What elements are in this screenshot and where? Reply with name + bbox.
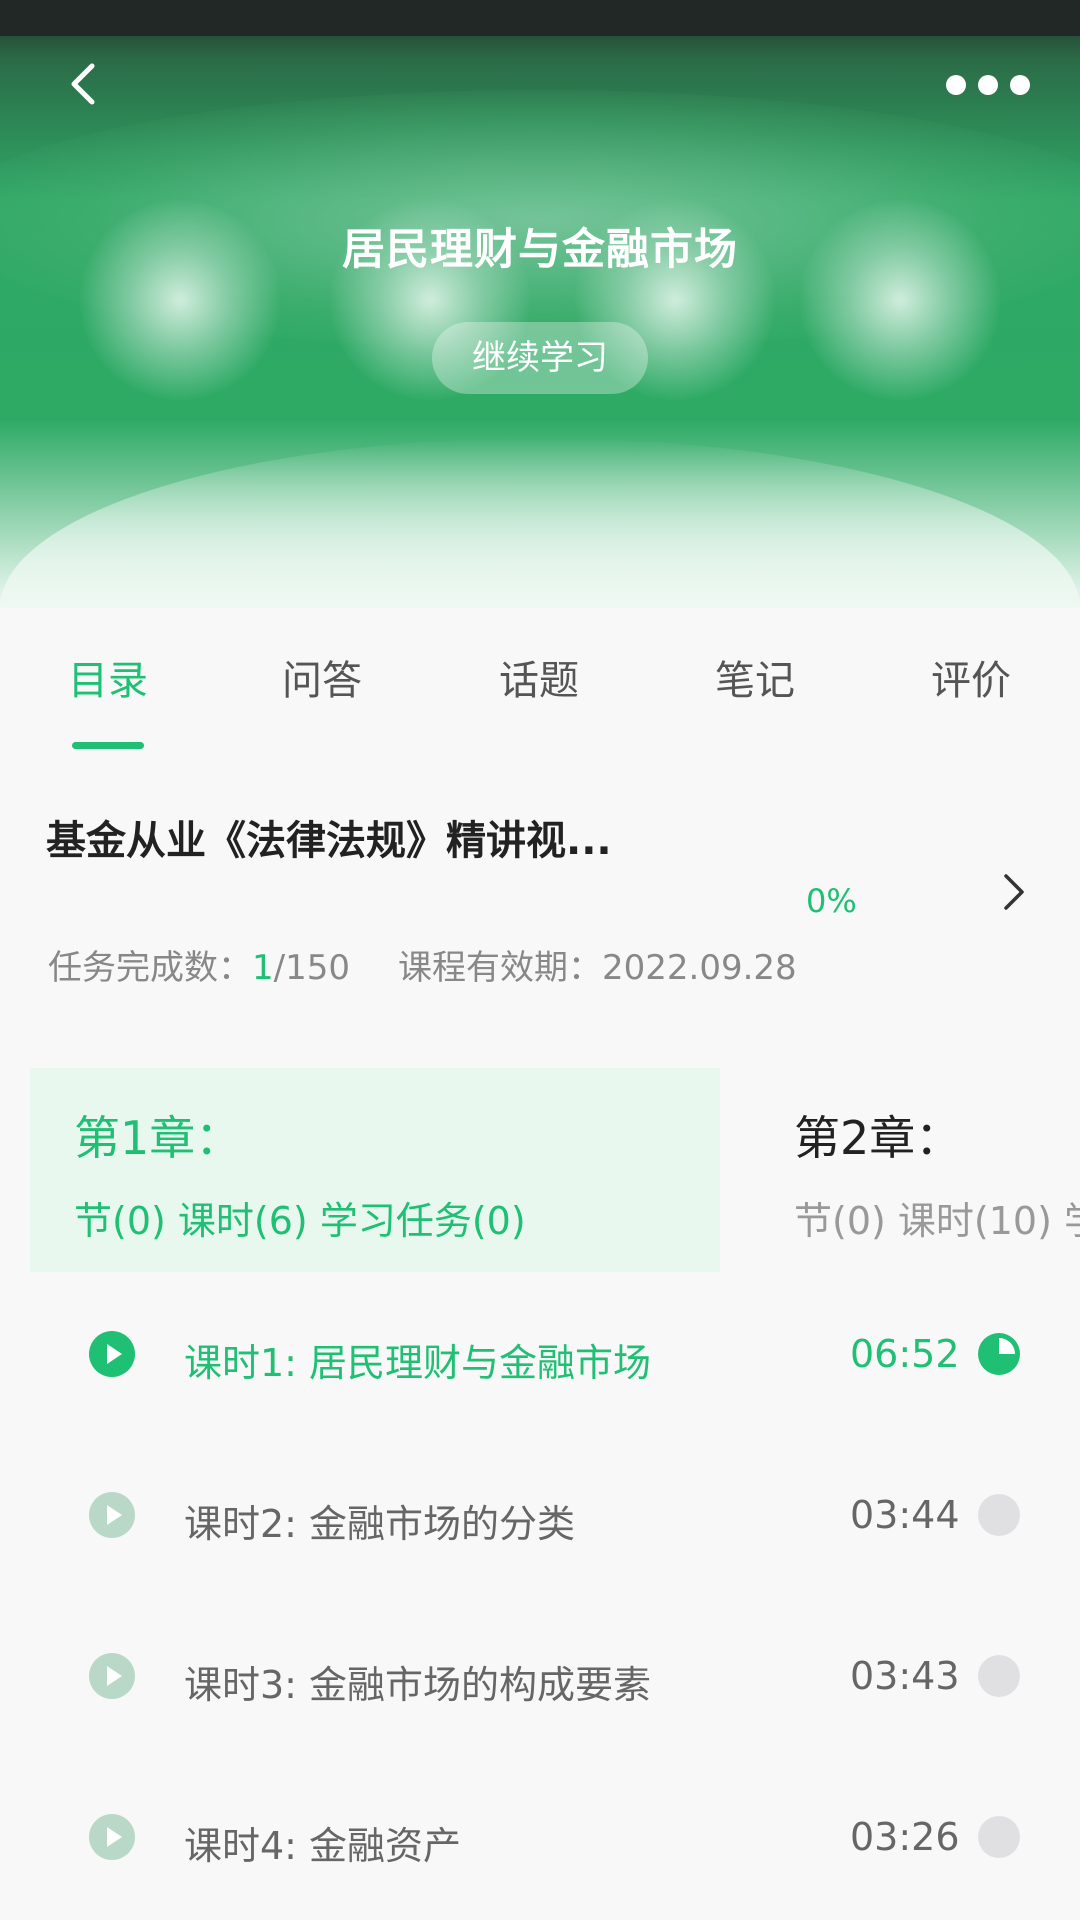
lesson-title: 课时2: 金融市场的分类 bbox=[184, 1502, 576, 1546]
lesson-duration: 03:26 bbox=[850, 1815, 960, 1859]
course-banner: 居民理财与金融市场 继续学习 bbox=[0, 0, 1080, 608]
chevron-left-icon bbox=[71, 63, 95, 105]
continue-learning-button[interactable]: 继续学习 bbox=[432, 322, 648, 394]
tab-qa[interactable]: 问答 bbox=[282, 648, 362, 706]
validity-label: 课程有效期： bbox=[398, 948, 602, 988]
tab-notes[interactable]: 笔记 bbox=[715, 648, 795, 706]
status-empty-icon bbox=[978, 1494, 1020, 1536]
status-empty-icon bbox=[978, 1816, 1020, 1858]
play-circle-icon bbox=[89, 1814, 135, 1860]
more-dot bbox=[1010, 75, 1030, 95]
lesson-item[interactable]: 课时3: 金融市场的构成要素 03:43 bbox=[0, 1622, 1080, 1732]
lesson-item[interactable]: 课时1: 居民理财与金融市场 06:52 bbox=[0, 1300, 1080, 1410]
chapter-scroller[interactable]: 第1章： 节(0) 课时(6) 学习任务(0) 第2章： 节(0) 课时(10)… bbox=[0, 1068, 1080, 1272]
status-empty-icon bbox=[978, 1655, 1020, 1697]
course-name[interactable]: 基金从业《法律法规》精讲视... bbox=[46, 808, 612, 866]
lesson-title: 课时1: 居民理财与金融市场 bbox=[184, 1341, 652, 1385]
course-detail-arrow[interactable] bbox=[998, 870, 1030, 914]
chapter-card-1[interactable]: 第1章： 节(0) 课时(6) 学习任务(0) bbox=[30, 1068, 720, 1272]
lesson-title: 课时4: 金融资产 bbox=[184, 1824, 462, 1868]
tab-bar: 目录 问答 话题 笔记 评价 bbox=[0, 640, 1080, 750]
more-dot bbox=[946, 75, 966, 95]
lesson-duration: 06:52 bbox=[850, 1332, 960, 1376]
play-circle-icon bbox=[89, 1492, 135, 1538]
more-dot bbox=[978, 75, 998, 95]
tasks-label: 任务完成数： bbox=[48, 948, 252, 988]
status-bar bbox=[0, 0, 1080, 36]
lesson-duration: 03:43 bbox=[850, 1654, 960, 1698]
tasks-done: 1 bbox=[252, 948, 274, 988]
chapter-title: 第1章： bbox=[74, 1111, 242, 1165]
lesson-item[interactable]: 课时2: 金融市场的分类 03:44 bbox=[0, 1461, 1080, 1571]
tasks-total: /150 bbox=[273, 948, 350, 988]
chapter-card-2[interactable]: 第2章： 节(0) 课时(10) 学 bbox=[750, 1068, 1080, 1272]
chapter-meta: 节(0) 课时(6) 学习任务(0) bbox=[74, 1199, 526, 1243]
lesson-title: 课时3: 金融市场的构成要素 bbox=[184, 1663, 652, 1707]
progress-pie-icon bbox=[978, 1333, 1020, 1375]
chevron-right-icon bbox=[1004, 874, 1024, 910]
back-button[interactable] bbox=[62, 60, 110, 108]
chapter-title: 第2章： bbox=[794, 1111, 962, 1165]
course-detail-page: 居民理财与金融市场 继续学习 目录 问答 话题 笔记 评价 基金从业《法律法规》… bbox=[0, 0, 1080, 1920]
play-circle-icon bbox=[89, 1331, 135, 1377]
tab-reviews[interactable]: 评价 bbox=[931, 648, 1011, 706]
more-button[interactable] bbox=[946, 70, 1030, 100]
course-title: 居民理财与金融市场 bbox=[342, 225, 738, 275]
chapter-meta: 节(0) 课时(10) 学 bbox=[794, 1199, 1080, 1243]
tab-active-indicator bbox=[72, 742, 144, 749]
play-circle-icon bbox=[89, 1653, 135, 1699]
lesson-item[interactable]: 课时4: 金融资产 03:26 bbox=[0, 1783, 1080, 1893]
course-progress: 0% bbox=[806, 882, 857, 920]
course-stats: 任务完成数：1/150 课程有效期：2022.09.28 bbox=[48, 940, 797, 989]
validity-date: 2022.09.28 bbox=[602, 948, 797, 988]
tab-catalog[interactable]: 目录 bbox=[68, 648, 148, 706]
banner-bottom-fade bbox=[0, 438, 1080, 608]
lesson-duration: 03:44 bbox=[850, 1493, 960, 1537]
tab-topics[interactable]: 话题 bbox=[499, 648, 579, 706]
